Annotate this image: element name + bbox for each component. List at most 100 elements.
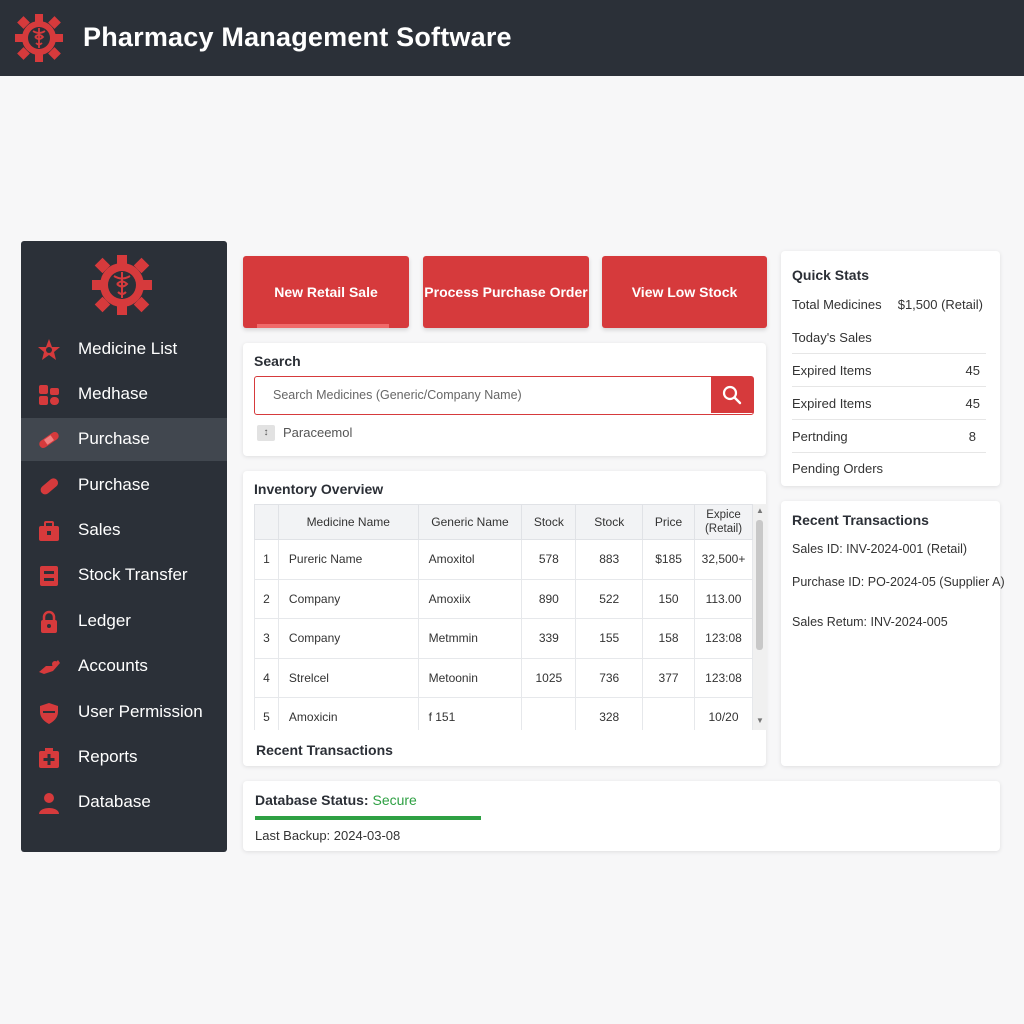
scroll-up-icon[interactable]: ▲ [756, 506, 764, 515]
sidebar: Medicine List Medhase Purchase Purchase … [21, 241, 227, 852]
new-retail-sale-button[interactable]: New Retail Sale [243, 256, 409, 328]
last-backup: Last Backup: 2024-03-08 [255, 828, 401, 843]
sidebar-item-medicine-list[interactable]: Medicine List [21, 328, 227, 371]
database-status-value: Secure [372, 792, 417, 808]
table-cell [642, 697, 696, 730]
transaction-item[interactable]: Sales Retum: INV-2024-005 [792, 615, 948, 629]
column-header[interactable]: Stock [575, 504, 644, 540]
sidebar-item-label: Database [78, 792, 151, 811]
sidebar-item-label: Accounts [78, 656, 148, 675]
status-bar [255, 816, 481, 820]
table-cell: 883 [575, 539, 644, 580]
column-header[interactable]: Stock [521, 504, 577, 540]
table-cell: Company [277, 578, 419, 619]
column-header[interactable]: Price [642, 504, 696, 540]
table-row[interactable]: 4 Strelcel Metoonin 1025 736 377 123:08 [254, 657, 753, 698]
sidebar-item-label: Reports [78, 747, 138, 766]
stat-row: Pertnding 8 [792, 429, 986, 444]
app-title: Pharmacy Management Software [83, 22, 512, 52]
table-cell: 578 [521, 539, 577, 580]
inventory-table-viewport: Medicine Name Generic Name Stock Stock P… [254, 504, 753, 730]
caduceus-gear-icon [92, 255, 152, 315]
sidebar-item-purchase-2[interactable]: Purchase [21, 464, 227, 507]
search-input[interactable] [255, 377, 711, 413]
column-header[interactable]: Generic Name [417, 504, 523, 540]
table-cell: f 151 [417, 697, 523, 730]
scroll-down-icon[interactable]: ▼ [756, 716, 764, 725]
table-cell: 328 [575, 697, 644, 730]
table-cell [521, 697, 577, 730]
inventory-title: Inventory Overview [254, 481, 384, 497]
divider [792, 452, 986, 453]
table-cell: 2 [254, 578, 279, 619]
sidebar-item-label: Sales [78, 520, 121, 539]
table-scrollbar[interactable]: ▲ ▼ [753, 504, 767, 730]
sidebar-item-label: Medhase [78, 384, 148, 403]
view-low-stock-button[interactable]: View Low Stock [602, 256, 767, 328]
table-cell: Company [277, 618, 419, 659]
pills-icon [39, 385, 59, 405]
top-bar: Pharmacy Management Software [0, 0, 1024, 76]
table-row[interactable]: 5 Amoxicin f 151 328 10/20 [254, 697, 753, 730]
sidebar-item-purchase[interactable]: Purchase [21, 418, 227, 461]
recent-transactions-footer: Recent Transactions [256, 742, 393, 758]
caduceus-gear-icon [15, 14, 63, 62]
sidebar-item-accounts[interactable]: Accounts [21, 645, 227, 688]
column-header[interactable]: Medicine Name [277, 504, 419, 540]
table-cell: 123:08 [694, 618, 753, 659]
table-cell: Amoxitol [417, 539, 523, 580]
table-cell: 155 [575, 618, 644, 659]
sidebar-item-reports[interactable]: Reports [21, 736, 227, 779]
table-cell: Strelcel [277, 657, 419, 698]
transaction-item[interactable]: Sales ID: INV-2024-001 (Retail) [792, 542, 967, 556]
table-cell: 1025 [521, 657, 577, 698]
search-suggestion[interactable]: Paraceemol [283, 425, 352, 440]
divider [792, 386, 986, 387]
sidebar-item-sales[interactable]: Sales [21, 509, 227, 552]
table-cell: Pureric Name [277, 539, 419, 580]
sidebar-item-user-permission[interactable]: User Permission [21, 691, 227, 734]
table-cell: 150 [642, 578, 696, 619]
sidebar-item-stock-transfer[interactable]: Stock Transfer [21, 554, 227, 597]
transaction-item[interactable]: Purchase ID: PO-2024-05 (Supplier A) [792, 575, 1005, 589]
process-purchase-order-button[interactable]: Process Purchase Order [423, 256, 589, 328]
recent-transactions-title: Recent Transactions [792, 512, 929, 528]
column-header[interactable]: Expice (Retail) [694, 504, 753, 540]
table-cell: 123:08 [694, 657, 753, 698]
stat-row: Pending Orders [792, 461, 986, 476]
sidebar-item-medhase[interactable]: Medhase [21, 373, 227, 416]
stat-value: 8 [968, 429, 976, 444]
table-cell: 5 [254, 697, 279, 730]
sidebar-item-ledger[interactable]: Ledger [21, 600, 227, 643]
search-button[interactable] [711, 377, 753, 413]
table-cell: 890 [521, 578, 577, 619]
sidebar-item-label: Purchase [78, 475, 150, 494]
table-header-row: Medicine Name Generic Name Stock Stock P… [254, 504, 753, 540]
briefcase-icon [39, 521, 59, 541]
stat-label: Today's Sales [792, 330, 872, 345]
table-cell: Amoxicin [277, 697, 419, 730]
table-cell: Amoxiix [417, 578, 523, 619]
search-title: Search [254, 353, 301, 369]
table-row[interactable]: 1 Pureric Name Amoxitol 578 883 $185 32,… [254, 539, 753, 580]
sidebar-item-label: User Permission [78, 702, 203, 721]
scrollbar-thumb[interactable] [756, 520, 763, 650]
capsule-icon [40, 478, 59, 495]
table-cell: 10/20 [694, 697, 753, 730]
column-header [254, 504, 279, 540]
table-row[interactable]: 2 Company Amoxiix 890 522 150 113.00 [254, 578, 753, 619]
search-icon [722, 385, 742, 405]
table-cell: 113.00 [694, 578, 753, 619]
stat-label: Expired Items [792, 363, 872, 378]
sidebar-item-label: Ledger [78, 611, 131, 630]
sidebar-item-label: Medicine List [78, 339, 178, 358]
table-cell: 339 [521, 618, 577, 659]
stat-row: Expired Items 45 [792, 363, 986, 378]
table-row[interactable]: 3 Company Metmmin 339 155 158 123:08 [254, 618, 753, 659]
table-cell: Metmmin [417, 618, 523, 659]
stat-label: Expired Items [792, 396, 872, 411]
table-cell: 3 [254, 618, 279, 659]
sidebar-item-database[interactable]: Database [21, 781, 227, 824]
stat-row: Today's Sales [792, 330, 986, 345]
database-status-label: Database Status: [255, 792, 369, 808]
